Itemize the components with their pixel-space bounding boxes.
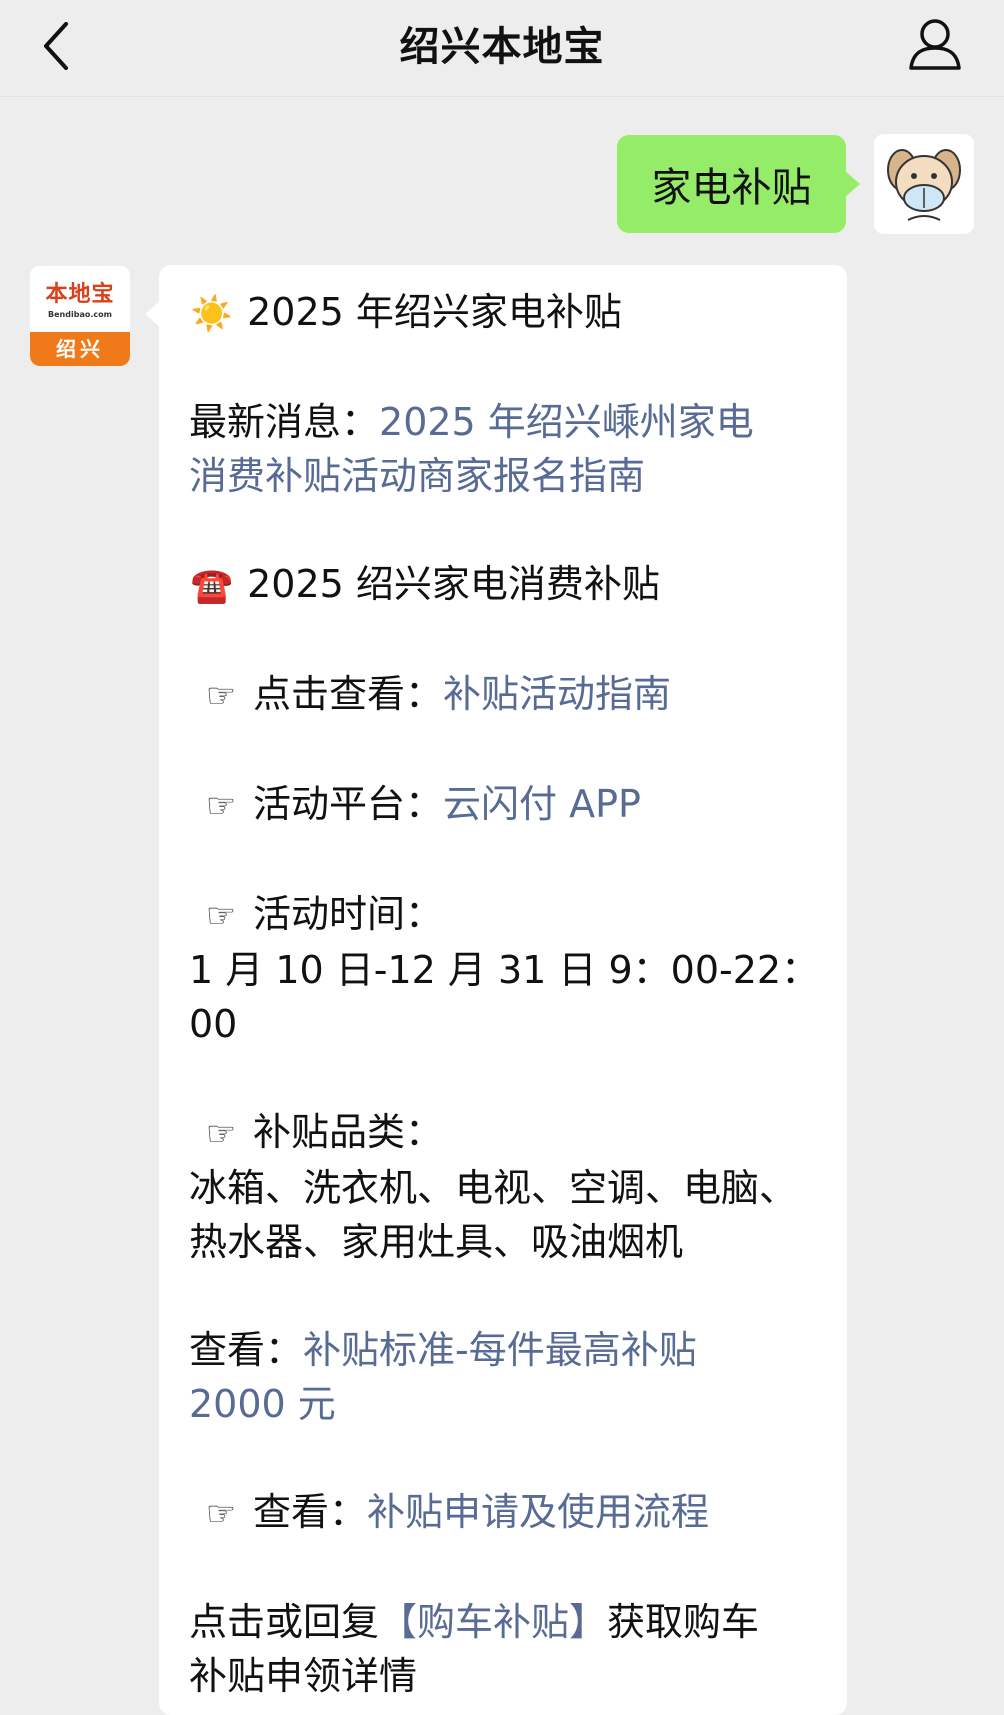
- user-message-bubble: 家电补贴: [617, 135, 860, 233]
- latest-news-line: 最新消息：2025 年绍兴嵊州家电: [189, 400, 754, 444]
- platform-link[interactable]: 云闪付 APP: [443, 782, 641, 826]
- message-heading: ☀️ 2025 年绍兴家电补贴: [189, 285, 827, 341]
- bot-message-bubble: ☀️ 2025 年绍兴家电补贴 最新消息：2025 年绍兴嵊州家电 消费补贴活动…: [145, 265, 847, 1715]
- pointing-hand-icon: ☞: [205, 1494, 237, 1534]
- latest-news-link-cont[interactable]: 消费补贴活动商家报名指南: [189, 454, 645, 498]
- category-label-line: ☞ 补贴品类：: [189, 1105, 827, 1161]
- process-line: ☞ 查看：补贴申请及使用流程: [189, 1485, 827, 1541]
- process-link[interactable]: 补贴申请及使用流程: [367, 1490, 709, 1534]
- guide-line: ☞ 点击查看：补贴活动指南: [189, 667, 827, 723]
- platform-line: ☞ 活动平台：云闪付 APP: [189, 777, 827, 833]
- user-message-text: 家电补贴: [651, 165, 812, 211]
- bot-avatar[interactable]: 本地宝 Bendibao.com 绍兴: [30, 266, 130, 366]
- page-title: 绍兴本地宝: [399, 24, 605, 70]
- car-subsidy-link[interactable]: 【购车补贴】: [379, 1600, 607, 1644]
- bendibao-logo: 本地宝 Bendibao.com: [30, 266, 130, 332]
- pointing-hand-icon: ☞: [205, 676, 237, 716]
- time-value-cont: 00: [189, 1002, 238, 1046]
- top-bar: 绍兴本地宝: [0, 0, 1004, 97]
- latest-news-link[interactable]: 2025 年绍兴嵊州家电: [379, 400, 754, 444]
- car-subsidy-line: 点击或回复【购车补贴】获取购车: [189, 1600, 760, 1644]
- standard-line: 查看：补贴标准-每件最高补贴: [189, 1328, 697, 1372]
- pointing-hand-icon: ☞: [205, 1114, 237, 1154]
- time-value: 1 月 10 日-12 月 31 日 9：00-22：: [189, 948, 820, 992]
- pointing-hand-icon: ☞: [205, 896, 237, 936]
- telephone-icon: ☎️: [190, 566, 234, 606]
- time-label-line: ☞ 活动时间：: [189, 887, 827, 943]
- standard-link-cont[interactable]: 2000 元: [189, 1382, 336, 1426]
- user-avatar[interactable]: [874, 134, 974, 234]
- standard-link[interactable]: 补贴标准-每件最高补贴: [303, 1328, 697, 1372]
- dog-mask-avatar-icon: [887, 149, 961, 221]
- bot-avatar-city: 绍兴: [30, 332, 130, 366]
- category-value-cont: 热水器、家用灶具、吸油烟机: [189, 1220, 684, 1264]
- profile-button[interactable]: [905, 14, 965, 74]
- car-subsidy-line-cont: 补贴申领详情: [189, 1654, 418, 1698]
- pointing-hand-icon: ☞: [205, 786, 237, 826]
- user-icon: [909, 19, 961, 70]
- sun-icon: ☀️: [190, 294, 234, 334]
- category-value: 冰箱、洗衣机、电视、空调、电脑、: [189, 1166, 798, 1210]
- section-title: ☎️ 2025 绍兴家电消费补贴: [189, 557, 827, 613]
- guide-link[interactable]: 补贴活动指南: [443, 672, 671, 716]
